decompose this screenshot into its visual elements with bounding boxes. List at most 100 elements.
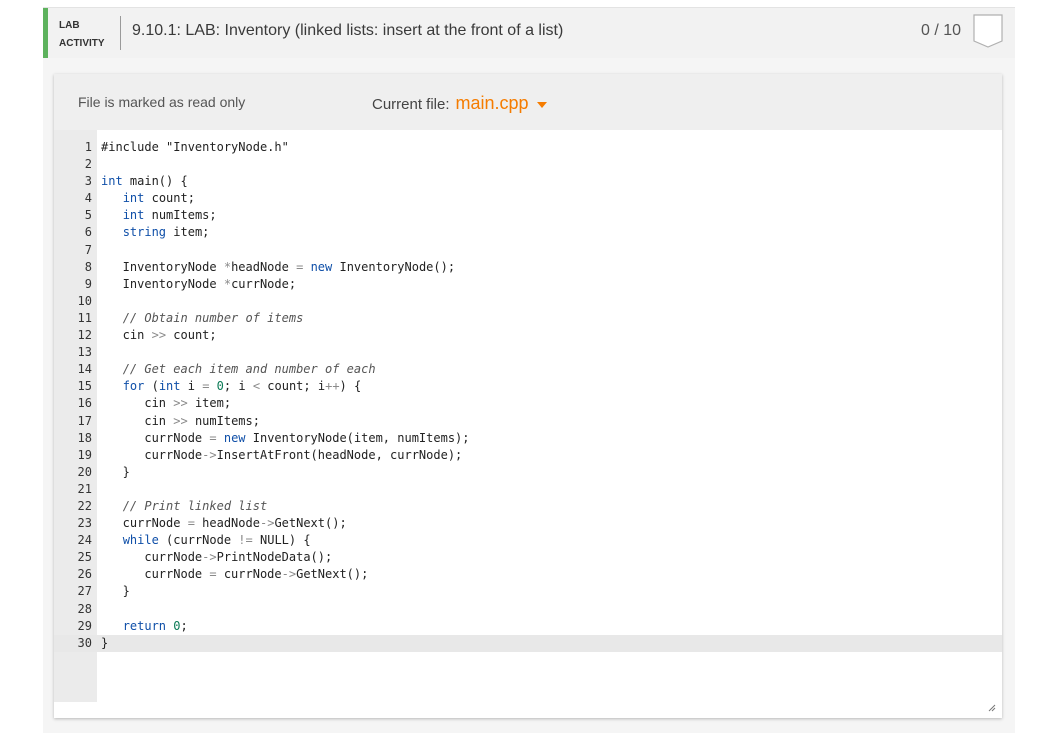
line-number: 29 [54,618,92,635]
line-number: 15 [54,378,92,395]
code-line[interactable]: 5 int numItems; [54,207,1002,224]
line-number: 27 [54,583,92,600]
code-line[interactable]: 6 string item; [54,224,1002,241]
line-number: 20 [54,464,92,481]
line-number: 12 [54,327,92,344]
code-text[interactable]: currNode = headNode->GetNext(); [101,515,347,532]
code-text[interactable]: int count; [101,190,195,207]
code-text[interactable]: string item; [101,224,209,241]
resize-handle-icon[interactable] [988,704,996,712]
line-number: 16 [54,395,92,412]
code-line[interactable]: 11 // Obtain number of items [54,310,1002,327]
line-number: 13 [54,344,92,361]
code-text[interactable]: currNode = new InventoryNode(item, numIt… [101,430,470,447]
lab-title: 9.10.1: LAB: Inventory (linked lists: in… [132,22,563,40]
code-line[interactable]: 23 currNode = headNode->GetNext(); [54,515,1002,532]
code-line[interactable]: 8 InventoryNode *headNode = new Inventor… [54,259,1002,276]
current-file-dropdown[interactable]: main.cpp [456,93,529,113]
line-number: 26 [54,566,92,583]
code-line[interactable]: 17 cin >> numItems; [54,413,1002,430]
code-text[interactable]: } [101,583,130,600]
code-text[interactable]: InventoryNode *currNode; [101,276,296,293]
code-editor[interactable]: 1 #include "InventoryNode.h" 23 int main() … [54,130,1002,718]
line-number: 25 [54,549,92,566]
lab-label-line2: ACTIVITY [59,35,105,53]
code-line[interactable]: 24 while (currNode != NULL) { [54,532,1002,549]
file-bar: File is marked as read only Current file… [54,74,1002,130]
code-line[interactable]: 7 [54,242,1002,259]
code-text[interactable]: currNode = currNode->GetNext(); [101,566,368,583]
code-text[interactable]: currNode->PrintNodeData(); [101,549,332,566]
line-number: 28 [54,601,92,618]
current-file-label: Current file: [372,96,450,113]
code-line[interactable]: 15 for (int i = 0; i < count; i++) { [54,378,1002,395]
line-number: 8 [54,259,92,276]
code-line[interactable]: 25 currNode->PrintNodeData(); [54,549,1002,566]
lab-label-line1: LAB [59,17,105,35]
code-line[interactable]: 22 // Print linked list [54,498,1002,515]
line-number: 6 [54,224,92,241]
code-text[interactable]: #include "InventoryNode.h" [101,139,289,156]
code-text[interactable]: currNode->InsertAtFront(headNode, currNo… [101,447,462,464]
code-line[interactable]: 21 [54,481,1002,498]
code-text[interactable]: cin >> numItems; [101,413,260,430]
code-line[interactable]: 12 cin >> count; [54,327,1002,344]
lab-activity-container: LAB ACTIVITY 9.10.1: LAB: Inventory (lin… [43,7,1015,733]
score-badge-icon [973,14,1003,48]
code-line[interactable]: 3 int main() { [54,173,1002,190]
code-text[interactable]: } [101,635,108,652]
line-number: 22 [54,498,92,515]
code-line[interactable]: 26 currNode = currNode->GetNext(); [54,566,1002,583]
code-text[interactable]: int main() { [101,173,188,190]
line-number: 24 [54,532,92,549]
line-number: 11 [54,310,92,327]
editor-card: File is marked as read only Current file… [54,74,1002,718]
code-line[interactable]: 19 currNode->InsertAtFront(headNode, cur… [54,447,1002,464]
chevron-down-icon[interactable] [537,102,547,108]
code-text[interactable]: cin >> item; [101,395,231,412]
code-text[interactable]: // Get each item and number of each [101,361,376,378]
readonly-notice: File is marked as read only [78,94,245,110]
code-area[interactable]: 1 #include "InventoryNode.h" 23 int main() … [54,139,1002,652]
line-number: 19 [54,447,92,464]
line-number: 9 [54,276,92,293]
line-number: 10 [54,293,92,310]
line-number: 2 [54,156,92,173]
line-number: 14 [54,361,92,378]
line-number: 1 [54,139,92,156]
line-number: 7 [54,242,92,259]
current-file-selector: Current file: main.cpp [372,93,547,114]
code-line[interactable]: 4 int count; [54,190,1002,207]
accent-bar [43,8,48,58]
lab-activity-label: LAB ACTIVITY [59,17,105,53]
title-divider [120,16,121,50]
code-text[interactable]: for (int i = 0; i < count; i++) { [101,378,361,395]
code-line[interactable]: 30} [54,635,1002,652]
code-text[interactable]: InventoryNode *headNode = new InventoryN… [101,259,455,276]
code-line[interactable]: 28 [54,601,1002,618]
line-number: 21 [54,481,92,498]
code-text[interactable]: } [101,464,130,481]
code-text[interactable]: // Print linked list [101,498,267,515]
code-text[interactable]: return 0; [101,618,188,635]
code-line[interactable]: 13 [54,344,1002,361]
code-line[interactable]: 16 cin >> item; [54,395,1002,412]
code-text[interactable]: cin >> count; [101,327,217,344]
code-text[interactable]: while (currNode != NULL) { [101,532,311,549]
code-line[interactable]: 18 currNode = new InventoryNode(item, nu… [54,430,1002,447]
code-line[interactable]: 1 #include "InventoryNode.h" [54,139,1002,156]
code-line[interactable]: 27 } [54,583,1002,600]
lab-header: LAB ACTIVITY 9.10.1: LAB: Inventory (lin… [43,8,1015,58]
code-line[interactable]: 10 [54,293,1002,310]
code-line[interactable]: 2 [54,156,1002,173]
code-text[interactable]: int numItems; [101,207,217,224]
score-text: 0 / 10 [921,22,961,40]
code-line[interactable]: 14 // Get each item and number of each [54,361,1002,378]
code-line[interactable]: 9 InventoryNode *currNode; [54,276,1002,293]
code-line[interactable]: 29 return 0; [54,618,1002,635]
code-text[interactable]: // Obtain number of items [101,310,303,327]
code-line[interactable]: 20 } [54,464,1002,481]
line-number: 17 [54,413,92,430]
line-number: 30 [54,635,92,652]
line-number: 3 [54,173,92,190]
